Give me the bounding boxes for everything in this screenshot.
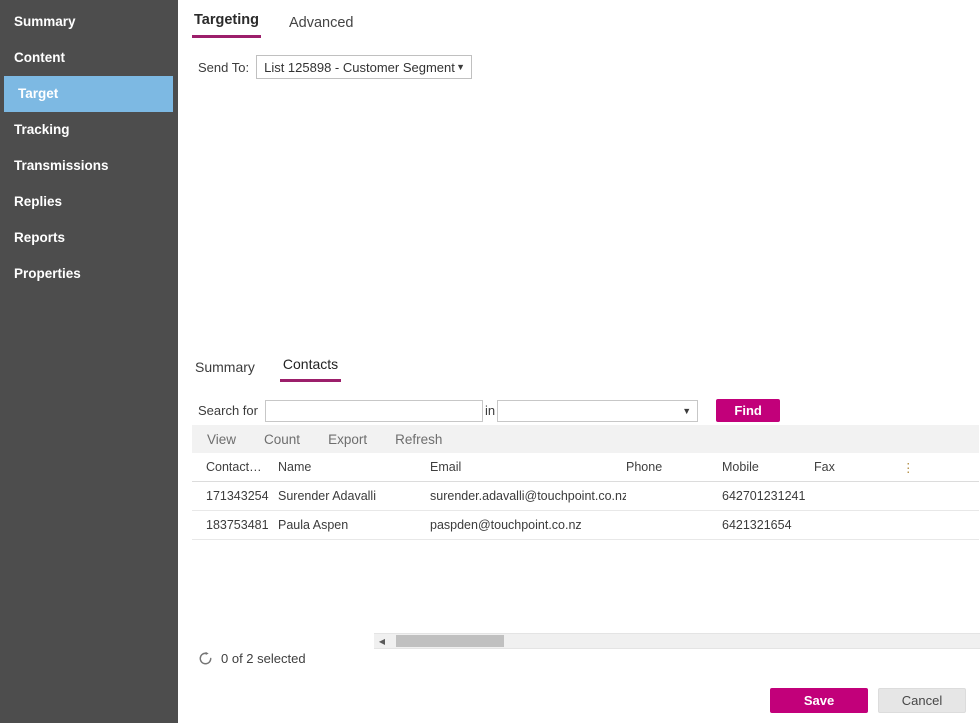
tab-contacts[interactable]: Contacts [279, 356, 342, 382]
sidebar-item-properties[interactable]: Properties [0, 256, 178, 292]
sidebar-item-reports[interactable]: Reports [0, 220, 178, 256]
sidebar-item-transmissions[interactable]: Transmissions [0, 148, 178, 184]
refresh-button[interactable]: Refresh [395, 432, 442, 447]
sidebar-item-summary[interactable]: Summary [0, 4, 178, 40]
column-header-contact-id[interactable]: Contact… [206, 460, 278, 474]
scrollbar-track[interactable] [390, 633, 980, 649]
send-to-row: Send To: List 125898 - Customer Segment … [198, 55, 473, 79]
contacts-grid: Contact… Name Email Phone Mobile Fax ⋮ 1… [192, 453, 979, 610]
sub-tab-bar: Summary Contacts [192, 356, 342, 382]
cell-name: Surender Adavalli [278, 489, 376, 503]
scrollbar-thumb[interactable] [396, 635, 504, 647]
chevron-down-icon: ▼ [682, 405, 692, 416]
column-header-overflow[interactable]: ⋮ [902, 460, 918, 475]
sidebar-item-tracking[interactable]: Tracking [0, 112, 178, 148]
cell-mobile: 6421321654 [722, 518, 792, 532]
footer-actions: Save Cancel [770, 688, 966, 713]
main-content: Targeting Advanced Send To: List 125898 … [178, 0, 980, 723]
search-input[interactable] [264, 399, 483, 422]
selection-status-text: 0 of 2 selected [221, 651, 306, 666]
horizontal-scrollbar[interactable]: ◀ ▶ [374, 633, 980, 649]
cell-email: paspden@touchpoint.co.nz [430, 518, 582, 532]
grid-empty-area [192, 540, 979, 610]
column-header-email[interactable]: Email [430, 460, 626, 474]
tab-summary[interactable]: Summary [192, 359, 258, 382]
send-to-label: Send To: [198, 59, 250, 75]
search-row: Search for in ▼ Find [198, 399, 781, 422]
tab-targeting[interactable]: Targeting [192, 12, 261, 38]
export-button[interactable]: Export [328, 432, 367, 447]
cancel-button[interactable]: Cancel [878, 688, 966, 713]
cell-contact-id: 171343254 [206, 489, 269, 503]
sidebar-nav: Summary Content Target Tracking Transmis… [0, 0, 178, 723]
sidebar-item-content[interactable]: Content [0, 40, 178, 76]
cell-name: Paula Aspen [278, 518, 349, 532]
table-row[interactable]: 171343254 Surender Adavalli surender.ada… [192, 482, 979, 511]
triangle-left-icon[interactable]: ◀ [374, 637, 390, 646]
top-tab-bar: Targeting Advanced [192, 12, 355, 38]
application-window: Summary Content Target Tracking Transmis… [0, 0, 980, 723]
column-header-fax[interactable]: Fax [814, 460, 902, 474]
column-header-mobile[interactable]: Mobile [722, 460, 814, 474]
grid-header-row: Contact… Name Email Phone Mobile Fax ⋮ [192, 453, 979, 482]
grid-status-row: 0 of 2 selected [198, 651, 306, 666]
cell-email: surender.adavalli@touchpoint.co.nz [430, 489, 626, 503]
view-button[interactable]: View [207, 432, 236, 447]
count-button[interactable]: Count [264, 432, 300, 447]
save-button[interactable]: Save [770, 688, 868, 713]
search-field-select[interactable]: ▼ [497, 399, 699, 422]
cell-mobile: 642701231241 [722, 489, 806, 503]
tab-advanced[interactable]: Advanced [287, 15, 356, 38]
sidebar-item-replies[interactable]: Replies [0, 184, 178, 220]
send-to-select[interactable]: List 125898 - Customer Segment ▼ [256, 55, 473, 79]
search-for-label: Search for [198, 403, 258, 418]
grid-toolbar: View Count Export Refresh [192, 425, 979, 453]
refresh-icon[interactable] [198, 651, 213, 666]
send-to-selected-value: List 125898 - Customer Segment [264, 59, 455, 75]
find-button[interactable]: Find [716, 399, 781, 422]
sidebar-item-target[interactable]: Target [4, 76, 173, 112]
column-header-phone[interactable]: Phone [626, 460, 722, 474]
search-in-label: in [484, 403, 496, 418]
column-header-name[interactable]: Name [278, 460, 430, 474]
cell-contact-id: 183753481 [206, 518, 269, 532]
table-row[interactable]: 183753481 Paula Aspen paspden@touchpoint… [192, 511, 979, 540]
